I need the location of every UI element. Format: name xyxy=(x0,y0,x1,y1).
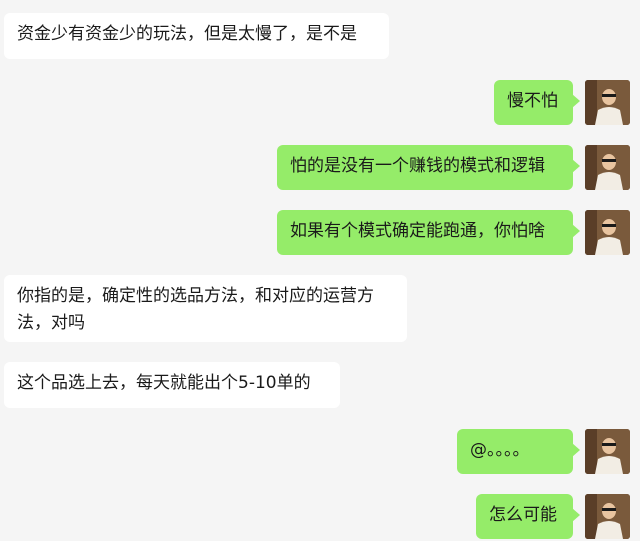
avatar[interactable] xyxy=(585,80,630,125)
message-bubble-incoming[interactable]: 你指的是，确定性的选品方法，和对应的运营方法，对吗 xyxy=(4,275,407,342)
message-text: 这个品选上去，每天就能出个5-10单的 xyxy=(17,373,311,393)
message-text: 你指的是，确定性的选品方法，和对应的运营方法，对吗 xyxy=(17,286,374,333)
user-avatar-icon xyxy=(585,494,630,539)
user-avatar-icon xyxy=(585,145,630,190)
message-bubble-outgoing[interactable]: 怎么可能 xyxy=(476,494,580,539)
message-bubble-outgoing[interactable]: 慢不怕 xyxy=(494,80,580,125)
chat-conversation: 资金少有资金少的玩法，但是太慢了，是不是 慢不怕 怕的是没有一个赚钱的模式和逻辑… xyxy=(0,0,640,541)
message-text: 怕的是没有一个赚钱的模式和逻辑 xyxy=(290,156,545,176)
message-text: @。。。。 xyxy=(470,440,530,460)
message-bubble-outgoing[interactable]: 怕的是没有一个赚钱的模式和逻辑 xyxy=(277,145,580,190)
message-text: 资金少有资金少的玩法，但是太慢了，是不是 xyxy=(17,24,357,44)
avatar[interactable] xyxy=(585,429,630,474)
message-bubble-outgoing[interactable]: 如果有个模式确定能跑通，你怕啥 xyxy=(277,210,580,255)
avatar[interactable] xyxy=(585,210,630,255)
message-text: 慢不怕 xyxy=(507,91,558,111)
message-bubble-outgoing[interactable]: @。。。。 xyxy=(457,429,580,474)
message-bubble-incoming[interactable]: 这个品选上去，每天就能出个5-10单的 xyxy=(4,362,340,408)
avatar[interactable] xyxy=(585,494,630,539)
message-bubble-incoming[interactable]: 资金少有资金少的玩法，但是太慢了，是不是 xyxy=(4,13,389,59)
user-avatar-icon xyxy=(585,80,630,125)
user-avatar-icon xyxy=(585,429,630,474)
message-text: 怎么可能 xyxy=(489,505,557,525)
user-avatar-icon xyxy=(585,210,630,255)
message-text: 如果有个模式确定能跑通，你怕啥 xyxy=(290,221,545,241)
avatar[interactable] xyxy=(585,145,630,190)
